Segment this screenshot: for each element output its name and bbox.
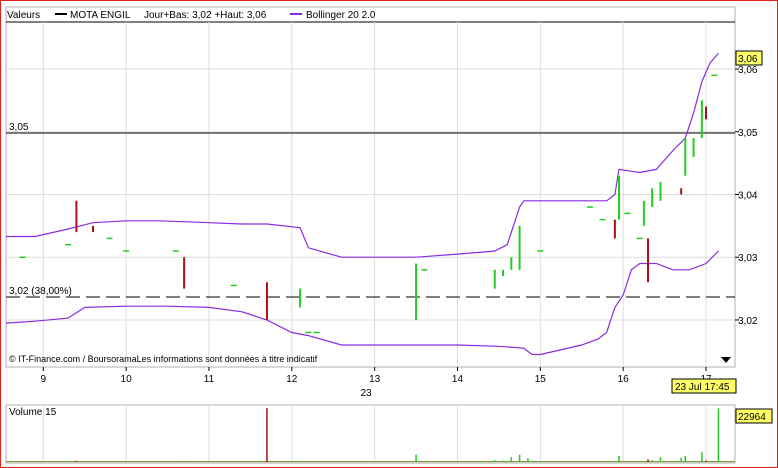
legend: Valeurs MOTA ENGIL Jour+Bas: 3,02 +Haut:… bbox=[7, 10, 376, 21]
legend-bollinger-name: Bollinger 20 2.0 bbox=[306, 10, 376, 21]
x-tick-label: 13 bbox=[369, 374, 381, 385]
volume-badge-value: 22964 bbox=[738, 412, 766, 423]
x-tick-label: 10 bbox=[121, 374, 133, 385]
bollinger-bands bbox=[5, 53, 719, 356]
last-price-badge: 3,06 bbox=[735, 50, 763, 66]
x-tick-label: 15 bbox=[535, 374, 547, 385]
price-bars bbox=[19, 74, 718, 334]
volume-bars bbox=[6, 408, 735, 463]
scroll-down-arrow-icon[interactable] bbox=[721, 357, 731, 363]
volume-panel-border bbox=[5, 404, 736, 464]
chart-canvas: Valeurs MOTA ENGIL Jour+Bas: 3,02 +Haut:… bbox=[5, 6, 773, 464]
x-tick-label: 9 bbox=[40, 374, 46, 385]
bollinger-band-line bbox=[6, 53, 719, 258]
y-tick-label: 3,05 bbox=[738, 128, 758, 139]
x-tick-label: 12 bbox=[286, 374, 298, 385]
y-tick-label: 3,04 bbox=[738, 191, 758, 202]
chart-frame: Valeurs MOTA ENGIL Jour+Bas: 3,02 +Haut:… bbox=[0, 0, 778, 468]
legend-series-stats: Jour+Bas: 3,02 +Haut: 3,06 bbox=[144, 10, 267, 21]
volume-grid bbox=[42, 405, 707, 463]
price-grid bbox=[6, 22, 735, 367]
price-y-axis: 3,02 3,03 3,04 3,05 3,06 bbox=[735, 65, 758, 327]
time-badge: 23 Jul 17:45 bbox=[671, 378, 737, 394]
volume-title: Volume 15 bbox=[9, 407, 57, 418]
x-tick-label: 11 bbox=[204, 374, 215, 385]
volume-badge: 22964 bbox=[735, 408, 773, 424]
source-note: © IT-Finance.com / BoursoramaLes informa… bbox=[9, 354, 318, 364]
date-label: 23 bbox=[360, 388, 372, 399]
legend-valeurs-label: Valeurs bbox=[7, 10, 40, 21]
y-tick-label: 3,03 bbox=[738, 253, 758, 264]
x-tick-label: 16 bbox=[618, 374, 630, 385]
price-panel-border bbox=[5, 6, 736, 368]
reference-lines: 3,05 3,02 (38,00%) bbox=[6, 122, 735, 298]
time-badge-value: 23 Jul 17:45 bbox=[675, 382, 730, 393]
last-price-value: 3,06 bbox=[738, 54, 758, 65]
y-tick-label: 3,06 bbox=[738, 65, 758, 76]
time-axis: 91011121314151617 bbox=[40, 367, 712, 385]
x-tick-label: 14 bbox=[452, 374, 464, 385]
legend-series-name: MOTA ENGIL bbox=[70, 10, 131, 21]
ref-label-305: 3,05 bbox=[9, 122, 29, 133]
ref-label-302: 3,02 (38,00%) bbox=[9, 286, 72, 297]
y-tick-label: 3,02 bbox=[738, 316, 758, 327]
bollinger-band-line bbox=[5, 250, 719, 356]
